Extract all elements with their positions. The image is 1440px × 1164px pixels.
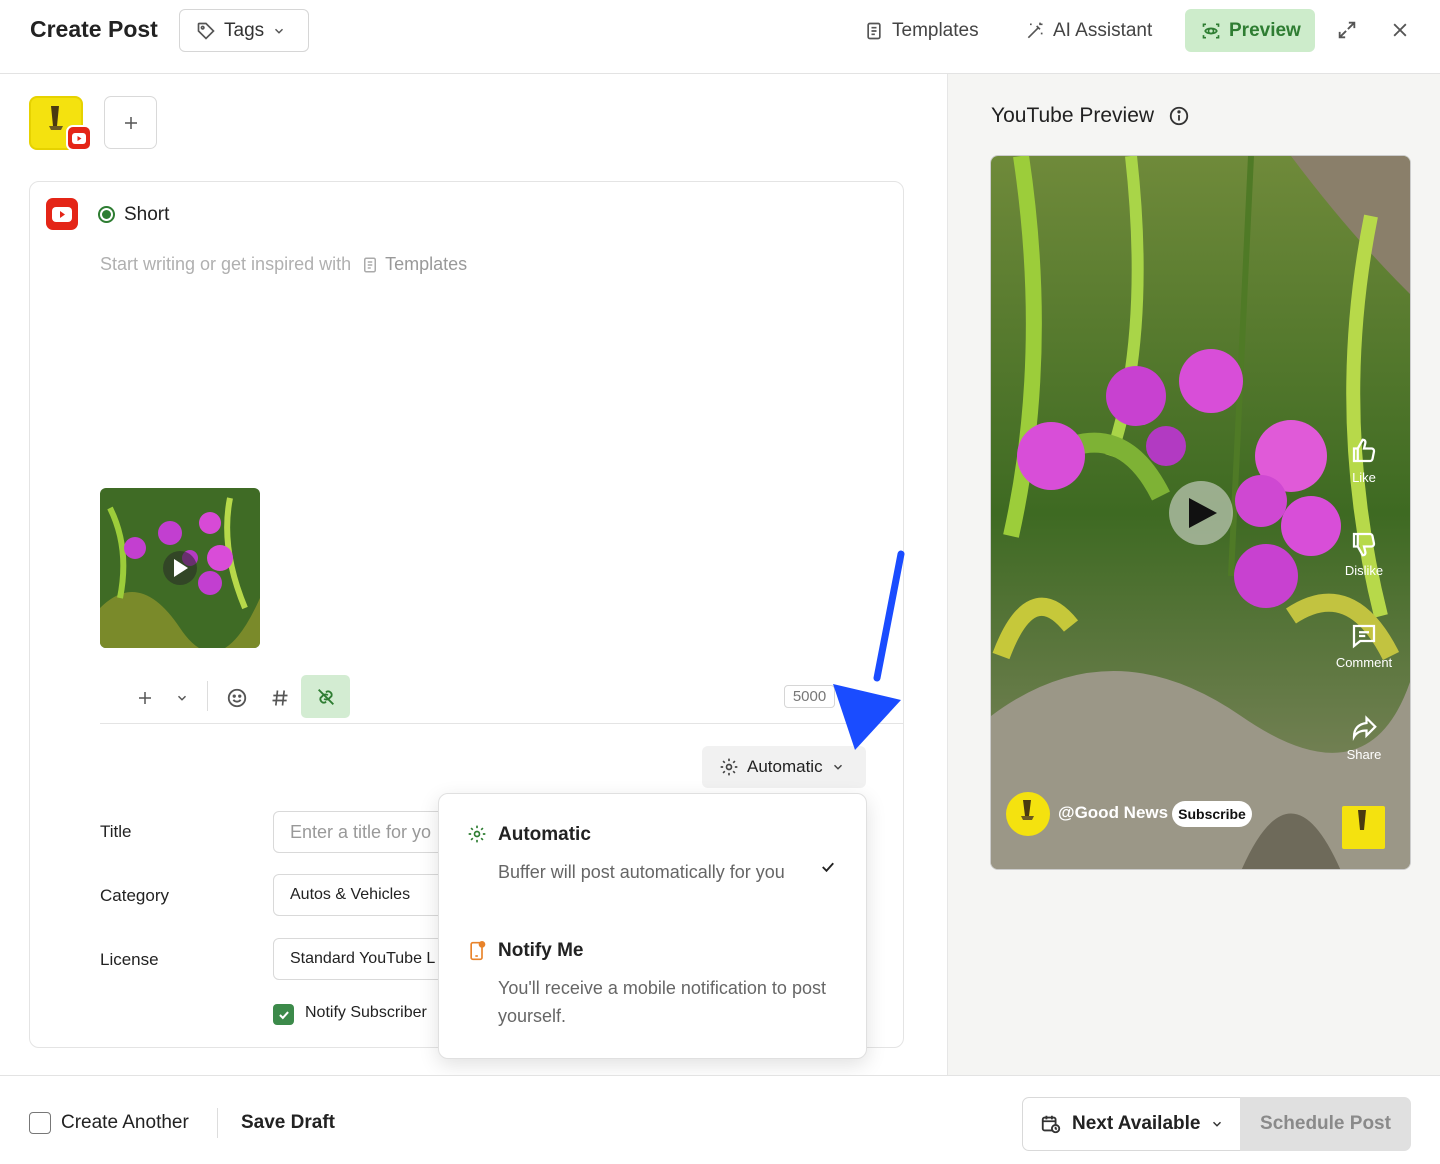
close-icon[interactable]	[1390, 20, 1410, 40]
thumbs-up-icon	[1352, 438, 1376, 463]
magic-wand-icon	[1025, 21, 1045, 41]
comment-icon	[1352, 624, 1376, 649]
comment-button[interactable]: Comment	[1329, 621, 1399, 670]
option-automatic-title: Automatic	[498, 824, 591, 845]
option-notify-title: Notify Me	[498, 940, 584, 961]
share-button[interactable]: Share	[1329, 713, 1399, 762]
document-icon	[364, 257, 377, 272]
title-label: Title	[100, 822, 132, 841]
document-icon	[864, 21, 884, 41]
chevron-down-icon	[1210, 1117, 1224, 1131]
tags-label: Tags	[224, 19, 265, 41]
ai-assistant-label: AI Assistant	[1053, 19, 1153, 41]
notify-subscribers-checkbox[interactable]	[273, 1004, 294, 1025]
calendar-clock-icon	[1040, 1113, 1062, 1135]
emoji-button[interactable]	[224, 680, 250, 716]
templates-link[interactable]: Templates	[361, 254, 467, 275]
gear-icon	[719, 757, 739, 777]
preview-button[interactable]: Preview	[1185, 9, 1315, 52]
create-another-label[interactable]: Create Another	[61, 1112, 189, 1134]
preview-title: YouTube Preview	[991, 104, 1190, 128]
next-available-label: Next Available	[1072, 1113, 1201, 1134]
share-icon	[1352, 715, 1377, 741]
check-icon	[278, 1010, 289, 1019]
emoji-icon	[227, 688, 247, 708]
toolbar-divider	[207, 681, 208, 711]
channel-avatar[interactable]	[1006, 792, 1050, 836]
create-another-checkbox[interactable]	[29, 1112, 51, 1134]
templates-button[interactable]: Templates	[864, 9, 979, 52]
dislike-label: Dislike	[1344, 563, 1384, 578]
editor-placeholder[interactable]: Start writing or get inspired with Templ…	[100, 254, 467, 275]
hashtag-icon	[272, 690, 288, 706]
short-label: Short	[124, 204, 170, 225]
youtube-badge-icon	[66, 125, 92, 151]
chevron-down-icon	[831, 760, 845, 774]
hashtag-button[interactable]	[268, 680, 292, 716]
annotation-arrow-icon	[825, 548, 915, 758]
chevron-down-icon	[177, 695, 187, 701]
plus-icon	[139, 692, 151, 704]
subscribe-button[interactable]: Subscribe	[1172, 801, 1252, 827]
preview-title-text: YouTube Preview	[991, 104, 1155, 127]
footer-divider	[217, 1108, 218, 1138]
preview-eye-icon	[1201, 21, 1221, 41]
notify-subscribers-label: Notify Subscriber	[305, 1004, 427, 1021]
gear-icon	[467, 824, 487, 844]
channel-name: @Good News	[1058, 803, 1169, 822]
tag-icon	[196, 21, 216, 41]
share-label: Share	[1346, 747, 1382, 762]
toolbar-divider-line	[100, 723, 903, 724]
youtube-icon	[46, 198, 78, 230]
sound-thumbnail	[1342, 806, 1385, 849]
option-automatic[interactable]: Automatic Buffer will post automatically…	[439, 794, 866, 932]
expand-icon[interactable]	[1336, 19, 1358, 41]
tags-button[interactable]: Tags	[179, 9, 309, 52]
templates-link-label: Templates	[385, 254, 468, 274]
add-media-button[interactable]	[133, 680, 157, 716]
unlink-icon	[317, 688, 334, 705]
like-label: Like	[1352, 470, 1376, 485]
link-shortener-button[interactable]	[301, 675, 350, 718]
option-automatic-desc: Buffer will post automatically for you	[498, 862, 785, 882]
mobile-notification-icon	[467, 940, 487, 962]
checkmark-icon	[819, 858, 837, 876]
page-title: Create Post	[30, 16, 158, 42]
license-label: License	[100, 950, 159, 969]
next-available-button[interactable]: Next Available	[1022, 1097, 1241, 1151]
video-thumbnail[interactable]	[100, 488, 260, 648]
templates-label: Templates	[892, 19, 979, 41]
schedule-post-button[interactable]: Schedule Post	[1240, 1097, 1411, 1151]
publish-mode-dropdown: Automatic Buffer will post automatically…	[438, 793, 867, 1059]
ai-assistant-button[interactable]: AI Assistant	[1025, 9, 1152, 52]
placeholder-text: Start writing or get inspired with	[100, 254, 352, 274]
option-notify-desc: You'll receive a mobile notification to …	[498, 978, 826, 1026]
like-button[interactable]: Like	[1329, 436, 1399, 485]
preview-label: Preview	[1229, 19, 1301, 41]
add-media-dropdown[interactable]	[171, 680, 193, 716]
plus-icon	[122, 114, 140, 132]
add-account-button[interactable]	[104, 96, 157, 149]
publish-mode-label: Automatic	[747, 757, 823, 776]
comment-label: Comment	[1335, 655, 1393, 670]
option-notify-me[interactable]: Notify Me You'll receive a mobile notifi…	[439, 932, 866, 1058]
chevron-down-icon	[272, 24, 286, 38]
save-draft-button[interactable]: Save Draft	[241, 1112, 335, 1134]
dislike-button[interactable]: Dislike	[1329, 529, 1399, 578]
short-radio[interactable]	[98, 206, 115, 223]
info-icon[interactable]	[1168, 105, 1190, 127]
video-preview[interactable]	[990, 155, 1411, 870]
category-label: Category	[100, 886, 169, 905]
thumbs-down-icon	[1352, 532, 1376, 557]
